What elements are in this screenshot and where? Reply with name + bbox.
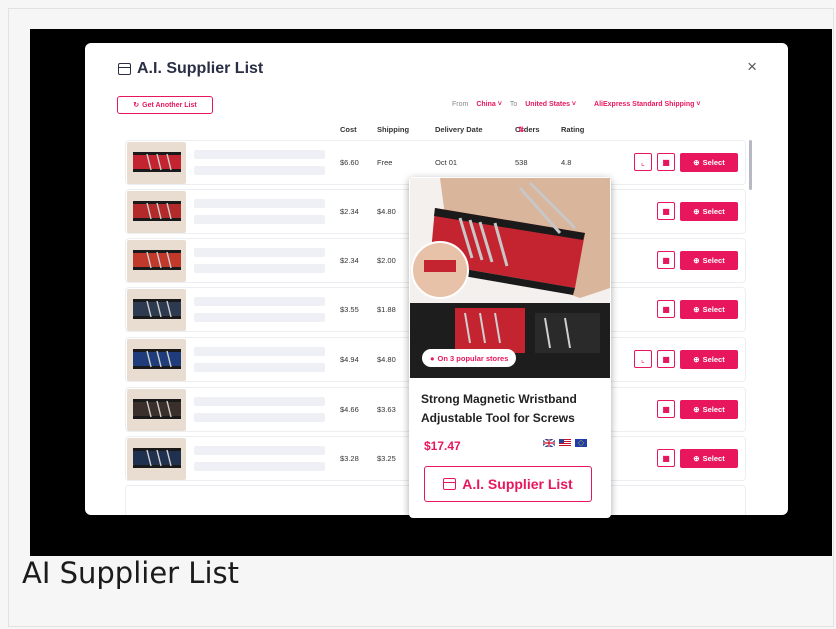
product-image: ● On 3 popular stores [410,178,610,378]
cost-cell: $2.34 [340,256,359,265]
us-flag-icon [559,439,571,447]
product-name: Strong Magnetic Wristband Adjustable Too… [421,392,577,425]
shipping-cell: $4.80 [377,207,396,216]
orders-cell: 538 [515,158,528,167]
shipping-method-select[interactable]: AliExpress Standard Shipping ˅ [594,101,700,108]
uk-flag-icon [543,439,555,447]
store-icon[interactable]: ■ [657,300,675,318]
plus-circle-icon: ⊕ [693,207,700,216]
select-button[interactable]: ⊕ Select [680,202,738,221]
col-delivery: Delivery Date [435,125,483,134]
col-shipping: Shipping [377,125,410,134]
cost-cell: $2.34 [340,207,359,216]
eu-flag-icon [575,439,587,447]
scrollbar[interactable] [749,140,752,190]
product-thumbnail [127,240,186,282]
store-icon[interactable]: ■ [657,153,675,171]
close-icon[interactable]: × [747,57,757,77]
select-button[interactable]: ⊕ Select [680,153,738,172]
product-thumbnail [127,389,186,431]
store-flags [543,439,587,447]
title-placeholder [194,313,325,322]
plus-circle-icon: ⊕ [693,355,700,364]
title-placeholder [194,347,325,356]
chart-icon[interactable]: ⌞ [634,153,652,171]
shipping-cell: $3.63 [377,405,396,414]
title-placeholder [194,413,325,422]
cost-cell: $6.60 [340,158,359,167]
store-icon[interactable]: ■ [657,251,675,269]
title-placeholder [194,215,325,224]
refresh-icon: ↻ [133,102,140,109]
cost-cell: $3.28 [340,454,359,463]
cost-cell: $4.94 [340,355,359,364]
shipping-filters: From China ˅ To United States ˅ AliExpre… [452,101,701,108]
select-button[interactable]: ⊕ Select [680,350,738,369]
title-placeholder [194,446,325,455]
store-icon[interactable]: ■ [657,350,675,368]
cost-cell: $3.55 [340,305,359,314]
from-select[interactable]: China ˅ [476,101,502,108]
product-thumbnail [127,339,186,381]
chart-icon[interactable]: ⌞ [634,350,652,368]
shipping-cell: Free [377,158,393,167]
store-icon[interactable]: ■ [657,202,675,220]
plus-circle-icon: ⊕ [693,158,700,167]
fire-icon: ● [430,353,435,363]
modal-title-text: A.I. Supplier List [137,60,264,77]
get-another-list-button[interactable]: ↻ Get Another List [117,96,213,114]
product-thumbnail [127,142,186,184]
select-button[interactable]: ⊕ Select [680,300,738,319]
title-placeholder [194,397,325,406]
title-placeholder [194,264,325,273]
product-card: ● On 3 popular stores Strong Magnetic Wr… [409,177,611,518]
shipping-cell: $1.88 [377,305,396,314]
product-thumbnail [127,191,186,233]
to-select[interactable]: United States ˅ [525,101,576,108]
plus-circle-icon: ⊕ [693,256,700,265]
select-button[interactable]: ⊕ Select [680,449,738,468]
box-icon [118,63,131,75]
supplier-list-button[interactable]: A.I. Supplier List [424,466,592,502]
title-placeholder [194,462,325,471]
select-button[interactable]: ⊕ Select [680,251,738,270]
plus-circle-icon: ⊕ [693,454,700,463]
figure-frame: A.I. Supplier List × ↻ Get Another List … [8,8,834,627]
sort-icon: ⇅ [518,125,525,134]
store-icon[interactable]: ■ [657,449,675,467]
plus-circle-icon: ⊕ [693,405,700,414]
popular-stores-badge: ● On 3 popular stores [422,349,517,367]
cost-cell: $4.66 [340,405,359,414]
product-thumbnail [127,289,186,331]
product-price: $17.47 [424,439,461,453]
title-placeholder [194,199,325,208]
caption: AI Supplier List [22,556,240,590]
delivery-cell: Oct 01 [435,158,458,167]
title-placeholder [194,248,325,257]
rating-cell: 4.8 [561,158,572,167]
shipping-cell: $3.25 [377,454,396,463]
title-placeholder [194,297,325,306]
col-cost: Cost [340,125,357,134]
title-placeholder [194,166,325,175]
col-rating: Rating [561,125,585,134]
shipping-cell: $4.80 [377,355,396,364]
select-button[interactable]: ⊕ Select [680,400,738,419]
product-thumbnail [127,438,186,480]
title-placeholder [194,150,325,159]
title-placeholder [194,363,325,372]
modal-title: A.I. Supplier List [118,60,263,78]
plus-circle-icon: ⊕ [693,305,700,314]
box-icon [443,478,457,490]
store-icon[interactable]: ■ [657,400,675,418]
shipping-cell: $2.00 [377,256,396,265]
